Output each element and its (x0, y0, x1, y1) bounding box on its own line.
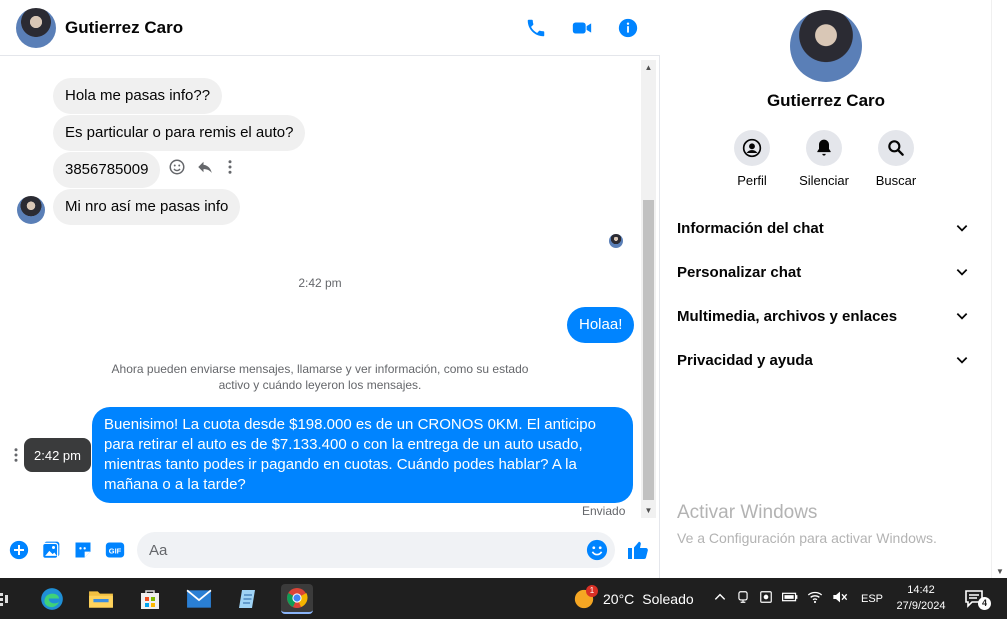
section-chat-info[interactable]: Información del chat (667, 206, 979, 250)
messenger-window: Gutierrez Caro Hola me pasas info?? Es p… (0, 0, 1007, 578)
file-explorer-icon[interactable] (85, 584, 117, 614)
header-actions (524, 16, 640, 40)
video-call-icon[interactable] (570, 16, 594, 40)
mail-icon[interactable] (183, 584, 215, 614)
chevron-down-icon (956, 225, 968, 232)
sender-avatar[interactable] (17, 196, 45, 224)
message-more-icon[interactable] (10, 446, 22, 464)
message-hover-tools (168, 158, 236, 181)
window-scrollbar[interactable]: ▼ (991, 0, 1007, 578)
composer-actions: GIF (9, 540, 125, 560)
svg-text:GIF: GIF (109, 546, 122, 555)
outgoing-message[interactable]: Holaa! (567, 307, 635, 343)
scroll-down-arrow-icon[interactable]: ▼ (996, 567, 1004, 576)
weather-badge: 1 (586, 585, 598, 597)
wifi-icon[interactable] (807, 590, 823, 607)
section-privacy-help[interactable]: Privacidad y ayuda (667, 338, 979, 382)
reply-icon[interactable] (196, 158, 214, 181)
chevron-down-icon (956, 357, 968, 364)
time-divider: 2:42 pm (298, 276, 342, 290)
bell-icon (806, 130, 842, 166)
language-indicator[interactable]: ESP (861, 593, 883, 605)
system-note: Ahora pueden enviarse mensajes, llamarse… (111, 362, 529, 392)
chrome-icon[interactable] (281, 584, 313, 614)
incoming-message[interactable]: Mi nro así me pasas info (53, 189, 241, 225)
store-icon[interactable] (134, 584, 166, 614)
mute-button[interactable]: Silenciar (799, 130, 849, 188)
gif-icon[interactable]: GIF (105, 540, 125, 560)
notepad-icon[interactable] (232, 584, 264, 614)
chevron-down-icon (956, 313, 968, 320)
security-icon[interactable] (759, 590, 773, 607)
search-button[interactable]: Buscar (872, 130, 920, 188)
emoji-icon[interactable] (586, 539, 608, 561)
plus-icon[interactable] (9, 540, 29, 560)
seen-receipt-avatar (609, 234, 623, 248)
panel-contact-name: Gutierrez Caro (766, 91, 886, 110)
activate-windows-watermark: Activar Windows Ve a Configuración para … (677, 502, 937, 546)
weather-temp: 20°C (603, 591, 635, 607)
task-view-icon[interactable] (0, 591, 10, 607)
battery-icon[interactable] (782, 591, 798, 606)
info-icon[interactable] (616, 16, 640, 40)
notification-count: 4 (978, 597, 991, 610)
contact-avatar[interactable] (16, 7, 56, 48)
section-customize-chat[interactable]: Personalizar chat (667, 250, 979, 294)
composer: GIF (0, 528, 660, 572)
windows-taskbar: 1 20°C Soleado ESP 14:42 27/9/2024 4 (0, 578, 1007, 619)
more-options-icon[interactable] (224, 158, 236, 181)
profile-icon (734, 130, 770, 166)
edge-icon[interactable] (36, 584, 68, 614)
sun-icon: 1 (573, 585, 598, 610)
profile-button[interactable]: Perfil (728, 130, 776, 188)
notification-center-icon[interactable]: 4 (964, 589, 991, 614)
chat-column: Gutierrez Caro Hola me pasas info?? Es p… (0, 0, 660, 578)
section-media-files-links[interactable]: Multimedia, archivos y enlaces (667, 294, 979, 338)
react-emoji-icon[interactable] (168, 158, 186, 181)
panel-sections: Información del chat Personalizar chat M… (667, 206, 979, 382)
incoming-message[interactable]: Hola me pasas info?? (53, 78, 223, 114)
taskbar-apps (36, 584, 313, 614)
weather-widget[interactable]: 1 20°C Soleado (573, 585, 694, 610)
panel-actions: Perfil Silenciar Buscar (728, 130, 920, 188)
contact-name[interactable]: Gutierrez Caro (65, 18, 183, 38)
outgoing-message[interactable]: Buenisimo! La cuota desde $198.000 es de… (92, 407, 633, 503)
system-tray: ESP (713, 590, 883, 607)
chat-header: Gutierrez Caro (0, 0, 660, 56)
sent-status: Enviado (582, 504, 626, 518)
sticker-icon[interactable] (73, 540, 93, 560)
taskbar-clock[interactable]: 14:42 27/9/2024 (891, 582, 951, 614)
chat-scrollbar[interactable]: ▲ ▼ (641, 60, 656, 518)
info-panel: Gutierrez Caro Perfil Silenciar Buscar I… (661, 0, 991, 578)
message-input[interactable] (137, 532, 615, 568)
scrollbar-thumb[interactable] (643, 200, 654, 500)
weather-text: Soleado (642, 591, 694, 607)
chevron-up-icon[interactable] (713, 590, 727, 607)
chevron-down-icon (956, 269, 968, 276)
incoming-message[interactable]: 3856785009 (53, 152, 161, 188)
panel-avatar[interactable] (790, 10, 862, 82)
scroll-up-arrow-icon[interactable]: ▲ (641, 60, 656, 75)
phone-call-icon[interactable] (524, 16, 548, 40)
incoming-message[interactable]: Es particular o para remis el auto? (53, 115, 306, 151)
timestamp-tooltip: 2:42 pm (24, 438, 91, 472)
thumbs-up-icon[interactable] (626, 538, 650, 562)
scroll-down-arrow-icon[interactable]: ▼ (641, 503, 656, 518)
search-icon (878, 130, 914, 166)
volume-muted-icon[interactable] (832, 590, 848, 607)
image-icon[interactable] (41, 540, 61, 560)
meet-icon[interactable] (736, 590, 750, 607)
